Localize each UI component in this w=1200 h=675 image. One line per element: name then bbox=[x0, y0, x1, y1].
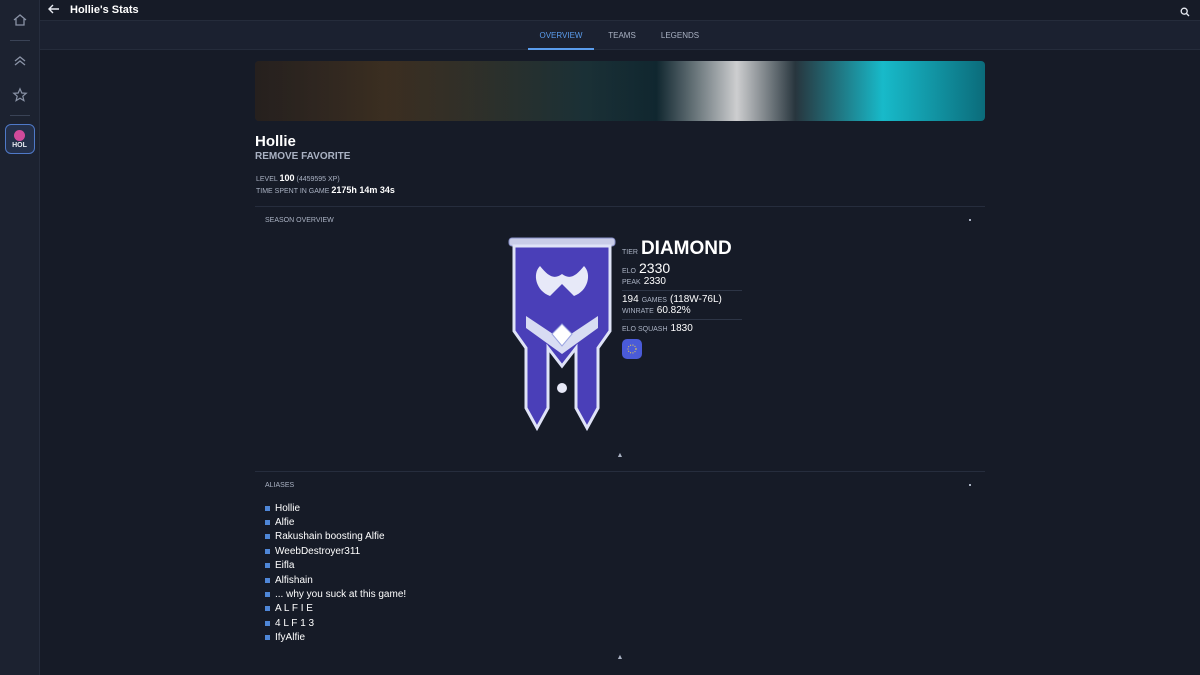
peak-label: PEAK bbox=[622, 279, 641, 286]
bullet-icon bbox=[265, 620, 270, 626]
rank-icon[interactable] bbox=[6, 47, 34, 75]
alias-text: Alfie bbox=[275, 517, 295, 529]
peak-row: PEAK 2330 bbox=[622, 276, 752, 287]
bullet-icon bbox=[265, 534, 270, 540]
diamond-rank-banner-icon bbox=[506, 236, 618, 432]
sidebar-divider bbox=[9, 40, 30, 41]
alias-text: Alfishain bbox=[275, 574, 313, 586]
collapse-aliases-icon[interactable]: ▲ bbox=[616, 654, 624, 661]
sidebar: HOL bbox=[0, 0, 40, 675]
list-item: Rakushain boosting Alfie bbox=[265, 530, 406, 544]
winrate-row: WINRATE 60.82% bbox=[622, 305, 752, 316]
legend-banner bbox=[255, 61, 985, 121]
page-title: Hollie's Stats bbox=[70, 4, 139, 16]
list-item: Hollie bbox=[265, 501, 406, 515]
games-label: GAMES bbox=[641, 297, 667, 304]
bullet-icon bbox=[265, 577, 270, 583]
corner-dot bbox=[969, 484, 971, 486]
winrate-value: 60.82% bbox=[656, 305, 691, 316]
divider bbox=[255, 471, 985, 472]
bullet-icon bbox=[265, 606, 270, 612]
stats-divider bbox=[622, 290, 742, 291]
tier-label: TIER bbox=[622, 249, 638, 256]
title-bar: Hollie's Stats bbox=[40, 0, 1200, 20]
level-label: LEVEL bbox=[256, 176, 278, 183]
alias-text: Rakushain boosting Alfie bbox=[275, 531, 385, 543]
divider bbox=[255, 206, 985, 207]
alias-text: Eifla bbox=[275, 560, 295, 572]
favorite-player-avatar[interactable]: HOL bbox=[4, 124, 35, 154]
elo-label: ELO bbox=[622, 268, 637, 275]
alias-list: Hollie Alfie Rakushain boosting Alfie We… bbox=[265, 501, 406, 645]
tab-bar: OVERVIEW TEAMS LEGENDS bbox=[40, 20, 1200, 50]
time-label: TIME SPENT IN GAME bbox=[256, 188, 330, 195]
elo-squash-value: 1830 bbox=[670, 323, 693, 334]
games-value: 194 bbox=[622, 294, 639, 305]
bullet-icon bbox=[265, 548, 270, 554]
alias-text: WeebDestroyer311 bbox=[275, 545, 361, 557]
region-flag-icon bbox=[622, 339, 642, 359]
tier-row: TIER DIAMOND bbox=[622, 238, 752, 260]
time-row: TIME SPENT IN GAME 2175h 14m 34s bbox=[256, 185, 395, 195]
tab-legends[interactable]: LEGENDS bbox=[657, 21, 703, 50]
aliases-title: ALIASES bbox=[265, 482, 295, 489]
tier-value: DIAMOND bbox=[640, 238, 732, 259]
avatar-image bbox=[14, 129, 25, 141]
list-item: Alfie bbox=[265, 515, 406, 529]
list-item: A L F I E bbox=[265, 602, 406, 616]
xp-value: (4459595 XP) bbox=[296, 176, 340, 183]
list-item: WeebDestroyer311 bbox=[265, 544, 406, 558]
elo-squash-row: ELO SQUASH 1830 bbox=[622, 323, 752, 334]
games-row: 194 GAMES (118W-76L) bbox=[622, 294, 752, 305]
list-item: IfyAlfie bbox=[265, 631, 406, 645]
winrate-label: WINRATE bbox=[622, 308, 654, 315]
sidebar-divider bbox=[9, 115, 30, 116]
player-name: Hollie bbox=[255, 133, 296, 150]
remove-favorite-button[interactable]: REMOVE FAVORITE bbox=[255, 151, 350, 162]
list-item: Eifla bbox=[265, 559, 406, 573]
time-value: 2175h 14m 34s bbox=[331, 185, 395, 195]
alias-text: IfyAlfie bbox=[275, 632, 306, 644]
back-arrow-icon[interactable] bbox=[48, 3, 66, 17]
tab-overview[interactable]: OVERVIEW bbox=[528, 21, 594, 50]
list-item: Alfishain bbox=[265, 573, 406, 587]
elo-value: 2330 bbox=[639, 260, 671, 276]
collapse-season-icon[interactable]: ▲ bbox=[616, 452, 624, 459]
season-overview-title: SEASON OVERVIEW bbox=[265, 217, 334, 224]
level-value: 100 bbox=[279, 173, 295, 183]
alias-text: ... why you suck at this game! bbox=[275, 589, 407, 601]
peak-value: 2330 bbox=[643, 276, 666, 287]
bullet-icon bbox=[265, 520, 270, 526]
alias-text: 4 L F 1 3 bbox=[275, 617, 315, 629]
alias-text: A L F I E bbox=[275, 603, 313, 615]
level-row: LEVEL 100 (4459595 XP) bbox=[256, 173, 340, 183]
bullet-icon bbox=[265, 592, 270, 598]
bullet-icon bbox=[265, 563, 270, 569]
season-stats: TIER DIAMOND ELO 2330 PEAK 2330 194 GAME… bbox=[622, 238, 752, 359]
list-item: ... why you suck at this game! bbox=[265, 587, 406, 601]
list-item: 4 L F 1 3 bbox=[265, 616, 406, 630]
stats-divider bbox=[622, 319, 742, 320]
corner-dot bbox=[969, 219, 971, 221]
elo-row: ELO 2330 bbox=[622, 260, 752, 276]
star-icon[interactable] bbox=[6, 81, 34, 109]
tab-teams[interactable]: TEAMS bbox=[602, 21, 642, 50]
alias-text: Hollie bbox=[275, 502, 301, 514]
bullet-icon bbox=[265, 505, 270, 511]
banner-overlay bbox=[255, 61, 985, 121]
elo-squash-label: ELO SQUASH bbox=[622, 326, 668, 333]
home-icon[interactable] bbox=[6, 6, 34, 34]
avatar-label: HOL bbox=[12, 141, 27, 149]
record-value: (118W-76L) bbox=[669, 294, 722, 305]
bullet-icon bbox=[265, 635, 270, 641]
